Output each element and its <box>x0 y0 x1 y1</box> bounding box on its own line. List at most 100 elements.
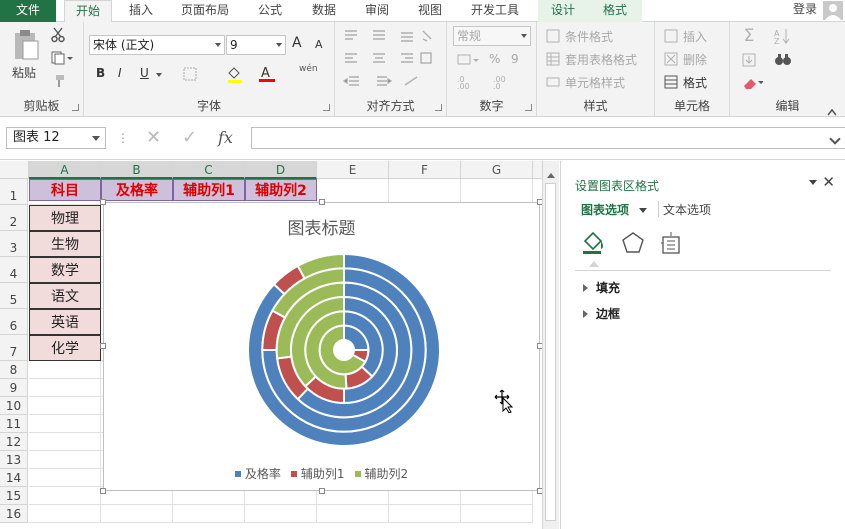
row-header[interactable]: 1 <box>0 179 28 205</box>
number-format-combo[interactable]: 常规 <box>453 26 531 46</box>
tab-view[interactable]: 视图 <box>407 0 453 22</box>
column-header[interactable]: G <box>461 161 533 179</box>
tab-formulas[interactable]: 公式 <box>246 0 294 22</box>
subject-cell[interactable]: 生物 <box>29 231 101 257</box>
grid-cell[interactable] <box>29 379 101 397</box>
grow-font-button[interactable]: A <box>292 35 302 51</box>
row-header[interactable]: 14 <box>0 469 28 487</box>
section-fill[interactable]: 填充 <box>583 279 620 296</box>
chart-area[interactable]: 图表标题 及格率 辅助列1 辅助列2 <box>100 199 543 494</box>
scroll-up-icon[interactable] <box>547 167 555 181</box>
formula-input[interactable] <box>251 127 845 149</box>
insert-cells-button[interactable]: 插入 <box>683 28 707 45</box>
enter-icon[interactable]: ✓ <box>182 127 197 149</box>
row-header[interactable]: 9 <box>0 379 28 397</box>
format-cells-button[interactable]: 格式 <box>683 74 707 91</box>
decimal-icons[interactable]: .0.00.00.0 <box>455 74 525 90</box>
tab-format[interactable]: 格式 <box>588 0 642 22</box>
shrink-font-button[interactable]: A <box>315 38 323 51</box>
number-launcher-icon[interactable] <box>525 104 532 111</box>
conditional-format-button[interactable]: 条件格式 <box>565 28 613 45</box>
tab-text-options[interactable]: 文本选项 <box>663 201 711 218</box>
close-icon[interactable]: ✕ <box>822 173 835 191</box>
column-header[interactable]: B <box>101 161 173 179</box>
grid-cell[interactable] <box>29 433 101 451</box>
fill-line-icon[interactable] <box>581 231 607 258</box>
vertical-scrollbar[interactable] <box>542 161 559 529</box>
chart-legend[interactable]: 及格率 辅助列1 辅助列2 <box>104 465 539 482</box>
subject-cell[interactable]: 化学 <box>29 335 101 361</box>
delete-cells-button[interactable]: 删除 <box>683 51 707 68</box>
size-properties-icon[interactable] <box>659 231 683 258</box>
column-header[interactable]: D <box>245 161 317 179</box>
collapse-ribbon-icon[interactable] <box>827 105 837 116</box>
cell-a1[interactable]: 科目 <box>29 179 101 201</box>
grid-cell[interactable] <box>29 487 101 505</box>
row-header[interactable]: 2 <box>0 205 28 231</box>
subject-cell[interactable]: 数学 <box>29 257 101 283</box>
name-box[interactable]: 图表 12 <box>6 127 106 149</box>
tab-developer[interactable]: 开发工具 <box>460 0 530 22</box>
column-header[interactable]: E <box>317 161 389 179</box>
grid-cell[interactable] <box>173 505 245 523</box>
row-header[interactable]: 7 <box>0 335 28 361</box>
row-header[interactable]: 16 <box>0 505 28 523</box>
resize-handle[interactable] <box>319 199 325 205</box>
italic-button[interactable]: I <box>118 66 122 80</box>
fill-icon[interactable] <box>738 50 760 70</box>
underline-button[interactable]: U <box>140 66 149 80</box>
phonetic-button[interactable]: wén <box>299 64 318 74</box>
cancel-icon[interactable]: ✕ <box>146 127 161 149</box>
grid-cell[interactable] <box>461 505 533 523</box>
pane-options-icon[interactable] <box>809 180 817 185</box>
font-color-icon[interactable]: A <box>254 64 280 84</box>
alignment-launcher-icon[interactable] <box>435 104 442 111</box>
row-header[interactable]: 3 <box>0 231 28 257</box>
scroll-thumb[interactable] <box>545 183 556 521</box>
vertical-align-icons[interactable] <box>343 28 433 44</box>
grid-cell[interactable] <box>317 505 389 523</box>
format-as-table-button[interactable]: 套用表格格式 <box>565 51 637 68</box>
row-header[interactable]: 13 <box>0 451 28 469</box>
row-header[interactable]: 6 <box>0 309 28 335</box>
grid-cell[interactable] <box>29 397 101 415</box>
grid-cell[interactable] <box>245 505 317 523</box>
paste-icon[interactable] <box>8 28 44 62</box>
horizontal-align-icons[interactable] <box>343 51 433 67</box>
grid-cell[interactable] <box>389 505 461 523</box>
tab-home[interactable]: 开始 <box>64 0 112 23</box>
legend-item-aux2[interactable]: 辅助列2 <box>354 465 408 482</box>
format-painter-icon[interactable] <box>48 72 68 90</box>
subject-cell[interactable]: 英语 <box>29 309 101 335</box>
login-link[interactable]: 登录 <box>793 0 817 18</box>
effects-icon[interactable] <box>621 231 645 258</box>
grid-cell[interactable] <box>29 451 101 469</box>
column-header[interactable]: A <box>29 161 101 179</box>
tab-data[interactable]: 数据 <box>300 0 348 22</box>
avatar[interactable] <box>823 1 843 20</box>
clipboard-launcher-icon[interactable] <box>72 104 79 111</box>
row-header[interactable]: 15 <box>0 487 28 505</box>
find-select-icon[interactable] <box>770 50 796 70</box>
tab-chart-options[interactable]: 图表选项 <box>581 201 648 218</box>
column-header[interactable]: F <box>389 161 461 179</box>
grid-cell[interactable] <box>29 361 101 379</box>
tab-review[interactable]: 审阅 <box>354 0 400 22</box>
grid-cell[interactable] <box>29 415 101 433</box>
grid-cell[interactable] <box>101 505 173 523</box>
resize-handle[interactable] <box>100 199 106 205</box>
sort-filter-icon[interactable]: AZ <box>770 26 796 46</box>
doughnut-chart[interactable] <box>104 203 541 492</box>
fill-color-icon[interactable] <box>222 64 248 84</box>
cut-icon[interactable] <box>48 26 68 44</box>
font-size-combo[interactable]: 9 <box>226 35 286 55</box>
chevron-down-icon[interactable] <box>154 68 164 82</box>
cell-styles-button[interactable]: 单元格样式 <box>565 74 625 91</box>
indent-icons[interactable] <box>343 74 433 90</box>
row-header[interactable]: 4 <box>0 257 28 283</box>
cell-b1[interactable]: 及格率 <box>101 179 173 201</box>
currency-icon[interactable] <box>455 52 481 68</box>
column-header[interactable] <box>533 161 542 179</box>
resize-handle[interactable] <box>100 488 106 494</box>
tab-page-layout[interactable]: 页面布局 <box>172 0 238 22</box>
